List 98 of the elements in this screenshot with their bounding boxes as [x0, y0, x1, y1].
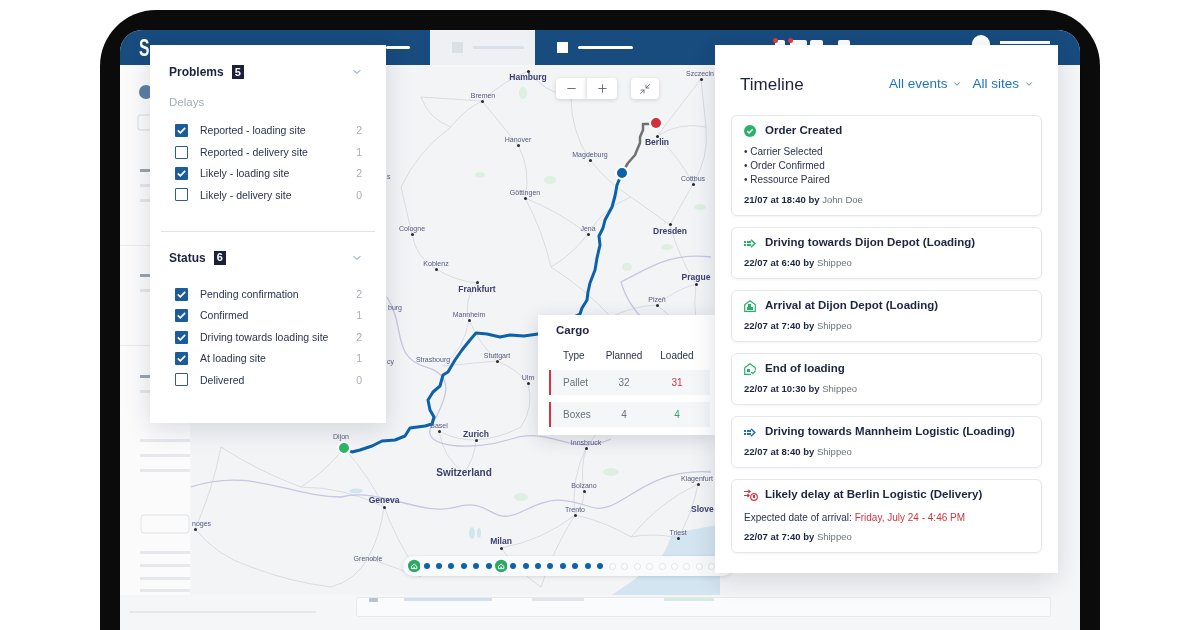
check-icon: [177, 290, 186, 298]
nav-icon[interactable]: [775, 40, 785, 45]
event-meta-text: 22/07 at 7:40 by Shippeo: [744, 320, 853, 332]
chevron-down-icon: [952, 79, 963, 89]
filter-label: At loading site: [200, 353, 266, 364]
check-icon: [177, 333, 186, 341]
table-cell-text: Pallet: [563, 377, 589, 388]
lake: [469, 527, 475, 539]
event-detail-text: • Carrier Selected: [744, 145, 824, 159]
zoom-in-button[interactable]: [586, 78, 617, 99]
table-cell-text: 4: [620, 409, 628, 420]
position-marker-icon: [615, 166, 629, 180]
home-marker-icon: [494, 559, 508, 573]
event-title: Driving towards Dijon Depot (Loading): [765, 237, 976, 249]
city-label: Berlin: [644, 137, 670, 147]
event-detail-text: • Order Confirmed: [744, 159, 826, 173]
count-badge: 5: [231, 65, 244, 79]
filter-count: 2: [356, 289, 362, 300]
event-meta-text: 22/07 at 8:40 by Shippeo: [744, 446, 853, 458]
checkbox[interactable]: [175, 145, 188, 159]
city-label: Zurich: [463, 429, 489, 439]
city-label: Prague: [681, 272, 711, 282]
filter-count: 0: [356, 374, 362, 386]
app-logo: S: [139, 35, 150, 60]
group-heading: Delays: [168, 95, 206, 109]
minimize-icon: [639, 82, 651, 95]
table-cell-text: 32: [617, 377, 631, 388]
checkbox[interactable]: [175, 351, 188, 365]
event-meta-text: 22/07 at 7:40 by Shippeo: [744, 531, 853, 543]
city-label: Hamburg: [509, 72, 547, 82]
filter-dropdown[interactable]: All sites: [972, 77, 1034, 91]
filter-count: 2: [356, 331, 362, 343]
filter-label: Delivered: [200, 374, 245, 386]
filter-label: Likely - loading site: [200, 168, 290, 179]
column-header: Type: [563, 351, 586, 361]
chevron-down-icon: [1024, 79, 1034, 89]
filter-count: 0: [356, 189, 362, 201]
checkbox[interactable]: [175, 373, 188, 387]
check-icon: [177, 312, 186, 320]
filter-count: 1: [356, 310, 362, 321]
event-title: Driving towards Mannheim Logistic (Loading): [765, 426, 1015, 438]
filter-count: 2: [356, 168, 362, 179]
start-marker-icon: [337, 441, 351, 455]
nav-icon[interactable]: [838, 40, 850, 45]
section-title: Problems: [169, 66, 224, 78]
city-label: Frankfurt: [458, 284, 496, 294]
filter-label: Pending confirmation: [200, 289, 299, 300]
city-label: Milan: [490, 536, 512, 546]
event-meta-text: 21/07 at 18:40 by John Doe: [744, 194, 864, 206]
checkbox[interactable]: [175, 124, 188, 138]
table-cell-text: 31: [670, 377, 684, 388]
forest-patch: [694, 204, 706, 210]
filter-dropdown[interactable]: All events: [888, 77, 963, 91]
checkbox[interactable]: [175, 330, 188, 344]
event-title: End of loading: [765, 363, 845, 375]
checkbox[interactable]: [175, 309, 188, 323]
lake: [349, 488, 363, 494]
table-cell-text: 4: [673, 409, 681, 420]
event-title: Order Created: [765, 125, 843, 137]
column-header: Loaded: [659, 351, 695, 361]
city-label: Dresden: [653, 226, 687, 236]
table-cell-text: Boxes: [563, 409, 592, 420]
country-label: Switzerland: [436, 468, 492, 478]
event-meta-text: 22/07 at 10:30 by Shippeo: [744, 383, 859, 395]
filter-count: 2: [356, 125, 362, 136]
filter-label: Confirmed: [200, 310, 249, 321]
count-badge: 6: [213, 250, 226, 265]
city-label: Geneva: [368, 495, 400, 505]
home-marker-icon: [408, 559, 421, 573]
filter-count: 1: [356, 353, 362, 364]
filter-label: Reported - loading site: [200, 125, 306, 136]
checkbox[interactable]: [175, 188, 188, 202]
check-icon: [177, 127, 186, 135]
filter-label: Driving towards loading site: [200, 331, 329, 343]
filter-label: Reported - delivery site: [200, 146, 308, 158]
popup-title: Cargo: [555, 323, 591, 337]
event-meta-text: 22/07 at 6:40 by Shippeo: [744, 257, 853, 269]
square-icon: [557, 42, 568, 53]
filter-label: Likely - delivery site: [200, 189, 292, 201]
destination-marker-icon: [649, 116, 663, 130]
city-label: Slove: [691, 504, 714, 514]
text-placeholder-bar: [578, 46, 633, 49]
nav-icon[interactable]: [790, 40, 807, 45]
event-title: Arrival at Dijon Depot (Loading): [765, 300, 939, 312]
avatar-icon[interactable]: [972, 35, 990, 45]
event-detail-text: • Ressource Paired: [744, 173, 831, 187]
lake: [477, 528, 481, 538]
section-title: Status: [169, 251, 206, 264]
column-header: Planned: [605, 351, 643, 361]
panel-title: Timeline: [740, 75, 804, 93]
check-icon: [177, 169, 186, 177]
event-title: Likely delay at Berlin Logistic (Delivery): [765, 489, 983, 501]
plus-icon: [595, 82, 609, 95]
arrival-estimate-text: Expected date of arrival: Friday, July 24 - 4:46 PM: [744, 511, 967, 525]
checkbox[interactable]: [175, 166, 188, 180]
check-icon: [177, 354, 186, 362]
filter-count: 1: [356, 146, 362, 158]
checkbox[interactable]: [175, 287, 188, 301]
